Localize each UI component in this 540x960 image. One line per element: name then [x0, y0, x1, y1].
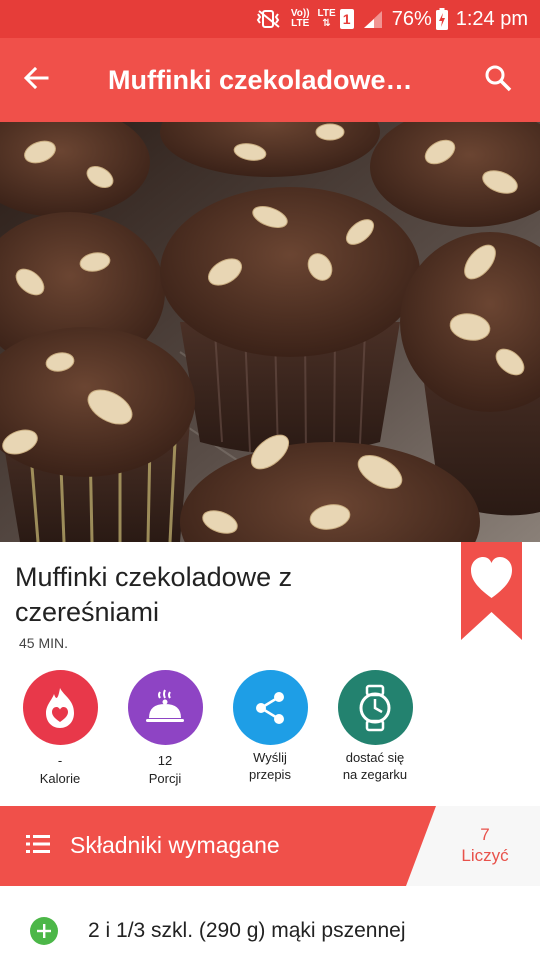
recipe-time: 45 MIN. — [19, 635, 69, 651]
flame-heart-icon — [22, 670, 98, 745]
stat-calories-value: - — [57, 753, 63, 768]
stat-watch-label: na zegarku — [342, 767, 408, 782]
stat-watch-value: dostać się — [345, 750, 405, 765]
battery-percent: 76% — [391, 7, 432, 30]
sim-slot-label: 1 — [342, 11, 351, 27]
volte-indicator: Vo)) LTE — [291, 9, 310, 29]
ingredients-header-label: Składniki wymagane — [70, 832, 280, 858]
stat-share-label: przepis — [249, 767, 291, 782]
ingredients-count-value: 7 — [480, 825, 490, 844]
ingredient-text: 2 i 1/3 szkl. (290 g) mąki pszennej — [88, 919, 406, 942]
lte-label: LTE — [317, 8, 336, 19]
app-bar: Muffinki czekoladowe… — [0, 38, 540, 122]
mute-vibrate-icon — [255, 9, 283, 29]
ingredients-header[interactable]: Składniki wymagane 7 Liczyć — [0, 806, 540, 886]
back-button[interactable] — [0, 38, 72, 122]
recipe-stats: - Kalorie 12 Porcji Wyślij przepis dosta… — [0, 670, 540, 790]
sim-slot-badge: 1 — [339, 9, 354, 29]
recipe-title: Muffinki czekoladowe z czereśniami — [15, 562, 293, 627]
stat-share-value: Wyślij — [253, 750, 287, 765]
app-bar-title: Muffinki czekoladowe… — [108, 64, 413, 95]
stat-watch[interactable]: dostać się na zegarku — [320, 670, 430, 783]
stat-servings-value: 12 — [157, 753, 173, 768]
favorite-button[interactable] — [461, 542, 522, 640]
signal-icon — [362, 9, 384, 29]
arrow-back-icon — [23, 66, 49, 94]
status-bar: Vo)) LTE LTE ⇅ 1 76% 1:24 pm — [0, 0, 540, 38]
stat-share[interactable]: Wyślij przepis — [215, 670, 325, 783]
serving-cloche-icon — [127, 670, 203, 745]
status-time: 1:24 pm — [455, 7, 528, 30]
search-button[interactable] — [456, 38, 540, 122]
share-icon — [232, 670, 308, 745]
recipe-hero-image — [0, 122, 540, 542]
add-icon[interactable] — [30, 917, 58, 945]
volte-sub-label: LTE — [291, 18, 310, 29]
watch-icon — [337, 670, 413, 745]
list-icon — [26, 834, 50, 859]
stat-servings[interactable]: 12 Porcji — [110, 670, 220, 788]
lte-indicator: LTE ⇅ — [317, 8, 336, 29]
ingredients-count: 7 Liczyć — [430, 824, 540, 866]
stat-calories-label: Kalorie — [39, 771, 81, 786]
stat-calories[interactable]: - Kalorie — [5, 670, 115, 788]
battery-charging-icon — [435, 8, 448, 30]
ingredient-row: 2 i 1/3 szkl. (290 g) mąki pszennej — [0, 900, 540, 960]
ingredients-count-label: Liczyć — [461, 846, 509, 865]
search-icon — [484, 64, 512, 97]
stat-servings-label: Porcji — [148, 771, 182, 786]
